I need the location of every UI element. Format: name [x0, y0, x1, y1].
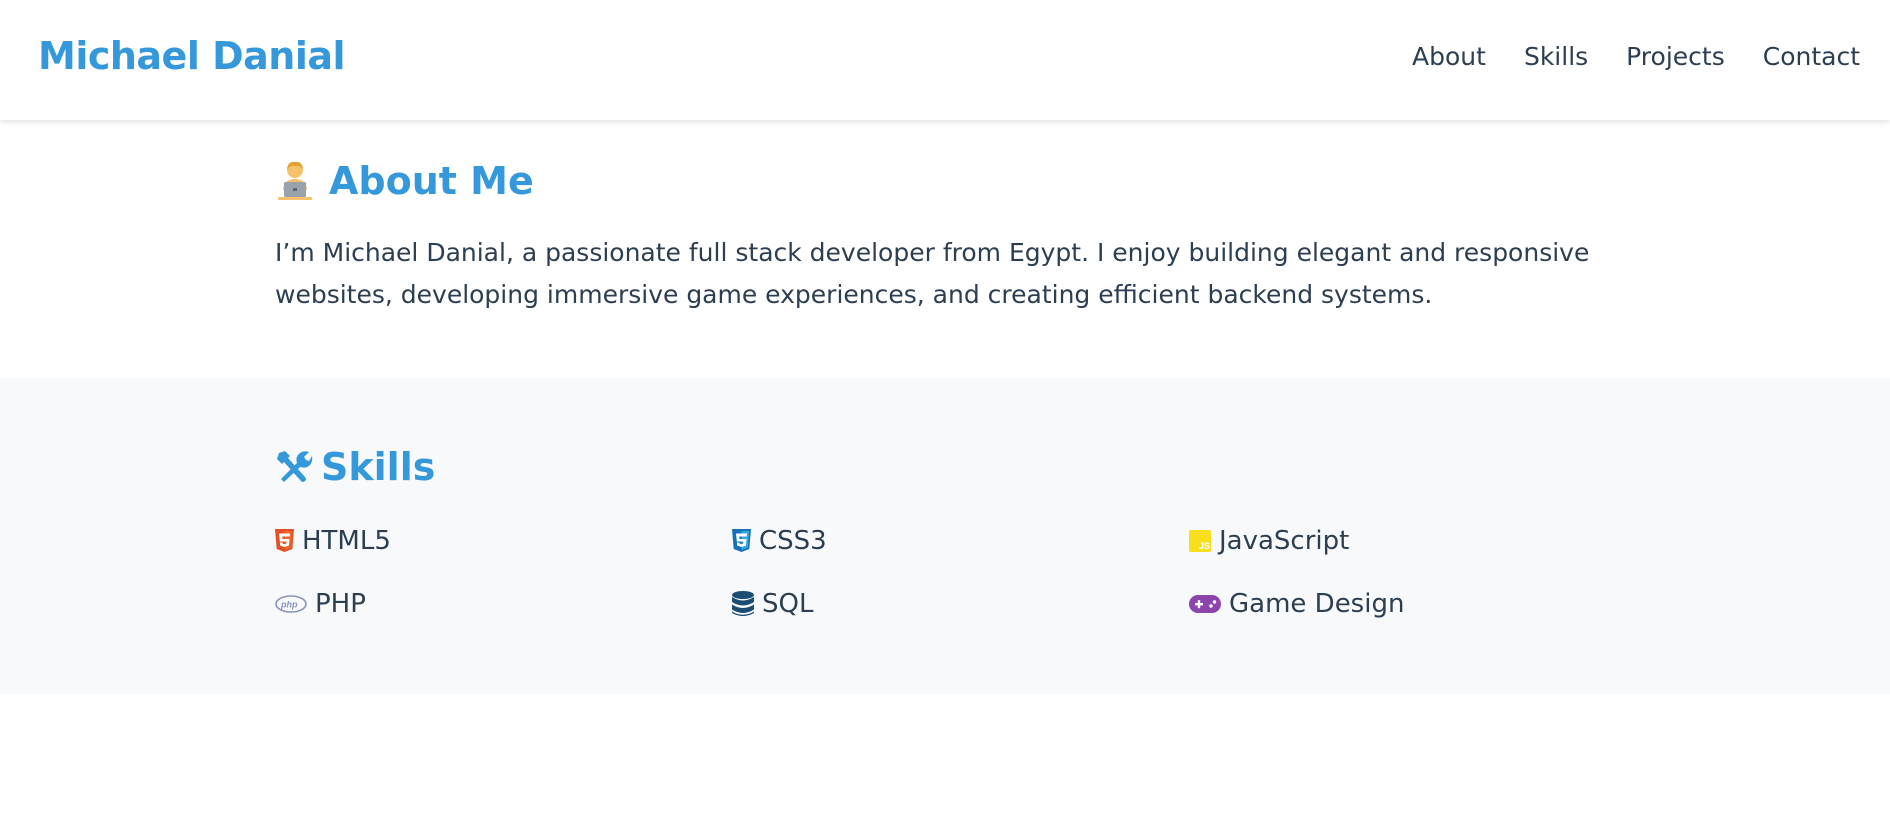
- about-title: About Me: [329, 159, 534, 203]
- skill-item-game-design: Game Design: [1189, 587, 1615, 620]
- nav-link-about[interactable]: About: [1412, 42, 1486, 71]
- technologist-icon: [275, 160, 315, 202]
- skill-label: JavaScript: [1219, 525, 1350, 556]
- css3-icon: [732, 529, 751, 552]
- about-section: About Me I’m Michael Danial, a passionat…: [0, 120, 1890, 378]
- main-nav: About Skills Projects Contact: [1412, 42, 1860, 71]
- skill-item-php: php PHP: [275, 587, 732, 620]
- about-description: I’m Michael Danial, a passionate full st…: [275, 238, 1590, 309]
- skill-item-javascript: JS JavaScript: [1189, 524, 1615, 557]
- nav-link-skills[interactable]: Skills: [1524, 42, 1588, 71]
- tools-icon: [275, 449, 313, 485]
- svg-text:JS: JS: [1199, 541, 1210, 551]
- nav-link-projects[interactable]: Projects: [1626, 42, 1725, 71]
- skills-title: Skills: [321, 445, 436, 489]
- skills-section: Skills HTML5 CSS3 JS JavaScript php PHP …: [0, 378, 1890, 694]
- skill-label: HTML5: [302, 525, 391, 556]
- skill-label: Game Design: [1229, 588, 1405, 619]
- svg-text:php: php: [280, 599, 298, 609]
- database-icon: [732, 590, 754, 617]
- site-header: Michael Danial About Skills Projects Con…: [0, 0, 1890, 120]
- skills-grid: HTML5 CSS3 JS JavaScript php PHP SQL Gam…: [275, 524, 1615, 620]
- skill-label: CSS3: [759, 525, 827, 556]
- skills-heading: Skills: [275, 442, 1615, 492]
- nav-link-contact[interactable]: Contact: [1763, 42, 1860, 71]
- skill-item-css3: CSS3: [732, 524, 1189, 557]
- skill-label: PHP: [315, 588, 366, 619]
- brand-logo[interactable]: Michael Danial: [38, 34, 346, 78]
- skill-item-sql: SQL: [732, 587, 1189, 620]
- html5-icon: [275, 529, 294, 552]
- skill-label: SQL: [762, 588, 814, 619]
- about-heading: About Me: [275, 156, 1615, 206]
- gamepad-icon: [1189, 594, 1221, 614]
- javascript-icon: JS: [1189, 529, 1211, 552]
- php-icon: php: [275, 594, 307, 613]
- skill-item-html5: HTML5: [275, 524, 732, 557]
